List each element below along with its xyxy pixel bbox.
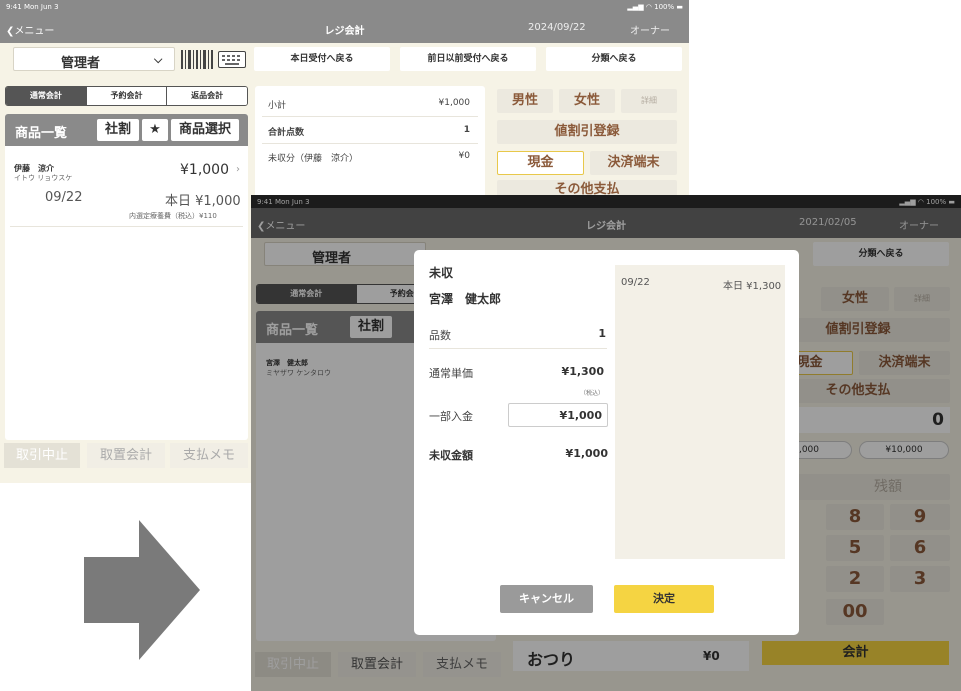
visit-date: 09/22 bbox=[45, 190, 83, 205]
chevron-right-icon: › bbox=[236, 164, 240, 175]
tax-included-note: （税込） bbox=[579, 390, 604, 397]
cancel-transaction-button[interactable]: 取引中止 bbox=[4, 443, 80, 468]
checkout-type-tabs: 通常会計 予約会計 返品会計 bbox=[5, 86, 248, 106]
chevron-down-icon: ⌵ bbox=[154, 53, 163, 66]
unit-price-label: 通常単価 bbox=[429, 367, 473, 380]
status-time: 9:41 Mon Jun 3 bbox=[6, 2, 59, 11]
history-panel: 09/22 本日 ¥1,300 bbox=[615, 265, 785, 559]
status-bar: 9:41 Mon Jun 3 ▂▄▆ ◠ 100% ▬ bbox=[0, 0, 689, 13]
product-select-button[interactable]: 商品選択 bbox=[171, 119, 239, 141]
fee-note: 内選定療養費（税込）¥110 bbox=[129, 212, 217, 220]
unpaid-amount-label: 未収金額 bbox=[429, 449, 473, 462]
unpaid-dialog: 未収 宮澤 健太郎 品数 1 通常単価 ¥1,300 （税込） ¥1,000 一… bbox=[414, 250, 799, 635]
qty-value: 1 bbox=[598, 327, 606, 340]
battery-indicator: ▂▄▆ ◠ 100% ▬ bbox=[627, 2, 683, 11]
back-to-today-button[interactable]: 本日受付へ戻る bbox=[254, 47, 390, 71]
unpaid-value: ¥0 bbox=[458, 151, 470, 161]
nav-role: オーナー bbox=[630, 26, 670, 37]
arrow-right-icon bbox=[84, 520, 200, 664]
partial-payment-value: ¥1,000 bbox=[559, 409, 602, 422]
staff-select[interactable]: 管理者 ⌵ bbox=[13, 47, 175, 71]
divider bbox=[262, 116, 478, 117]
nav-date: 2024/09/22 bbox=[528, 22, 586, 33]
product-list-title: 商品一覧 bbox=[15, 126, 68, 141]
back-to-previous-button[interactable]: 前日以前受付へ戻る bbox=[400, 47, 536, 71]
tab-reservation[interactable]: 予約会計 bbox=[85, 87, 167, 105]
partial-payment-input[interactable]: ¥1,000 bbox=[508, 403, 608, 427]
dialog-title: 未収 bbox=[429, 266, 454, 280]
divider bbox=[262, 143, 478, 144]
male-button[interactable]: 男性 bbox=[497, 89, 553, 113]
payment-memo-button[interactable]: 支払メモ bbox=[170, 443, 248, 468]
unpaid-label: 未収分（伊藤 涼介） bbox=[268, 154, 359, 164]
tab-normal[interactable]: 通常会計 bbox=[6, 87, 86, 105]
divider bbox=[10, 226, 243, 227]
tab-return[interactable]: 返品会計 bbox=[166, 87, 247, 105]
confirm-button[interactable]: 決定 bbox=[614, 585, 714, 613]
dialog-patient-name: 宮澤 健太郎 bbox=[429, 292, 502, 306]
keyboard-icon[interactable] bbox=[218, 51, 246, 68]
unit-price-value: ¥1,300 bbox=[561, 365, 604, 378]
discount-register-button[interactable]: 値割引登録 bbox=[497, 120, 677, 144]
divider bbox=[429, 348, 607, 349]
detail-button[interactable]: 詳細 bbox=[621, 89, 677, 113]
screen-after: 9:41 Mon Jun 3 ▂▄▆ ◠ 100% ▬ ❮メニュー レジ会計 2… bbox=[251, 195, 961, 691]
subtotal-label: 小計 bbox=[268, 101, 287, 111]
today-amount: 本日 ¥1,000 bbox=[165, 194, 241, 209]
history-amount: 本日 ¥1,300 bbox=[723, 281, 782, 292]
hold-checkout-button[interactable]: 取置会計 bbox=[87, 443, 165, 468]
staff-discount-button[interactable]: 社割 bbox=[97, 119, 139, 141]
cancel-button[interactable]: キャンセル bbox=[500, 585, 593, 613]
subtotal-value: ¥1,000 bbox=[438, 98, 471, 108]
staff-name: 管理者 bbox=[61, 56, 101, 71]
list-item[interactable]: 伊藤 涼介 イトウ リョウスケ ¥1,000 › 09/22 本日 ¥1,000… bbox=[5, 158, 248, 228]
history-date: 09/22 bbox=[621, 277, 650, 288]
nav-bar: ❮メニュー レジ会計 2024/09/22 オーナー bbox=[0, 13, 689, 43]
payment-terminal-button[interactable]: 決済端末 bbox=[590, 151, 677, 175]
product-list-header: 商品一覧 社割 ★ 商品選択 bbox=[5, 114, 248, 146]
page-title: レジ会計 bbox=[324, 26, 365, 37]
cash-button[interactable]: 現金 bbox=[497, 151, 584, 175]
partial-payment-label: 一部入金 bbox=[429, 410, 473, 423]
patient-kana: イトウ リョウスケ bbox=[14, 174, 73, 182]
barcode-icon[interactable] bbox=[181, 50, 213, 69]
female-button[interactable]: 女性 bbox=[559, 89, 615, 113]
patient-amount: ¥1,000 bbox=[180, 162, 229, 178]
back-to-category-button[interactable]: 分類へ戻る bbox=[546, 47, 682, 71]
total-points-value: 1 bbox=[463, 125, 470, 135]
total-points-label: 合計点数 bbox=[268, 128, 305, 138]
favorite-star-button[interactable]: ★ bbox=[142, 119, 168, 141]
unpaid-amount-value: ¥1,000 bbox=[565, 447, 608, 460]
qty-label: 品数 bbox=[429, 329, 451, 342]
